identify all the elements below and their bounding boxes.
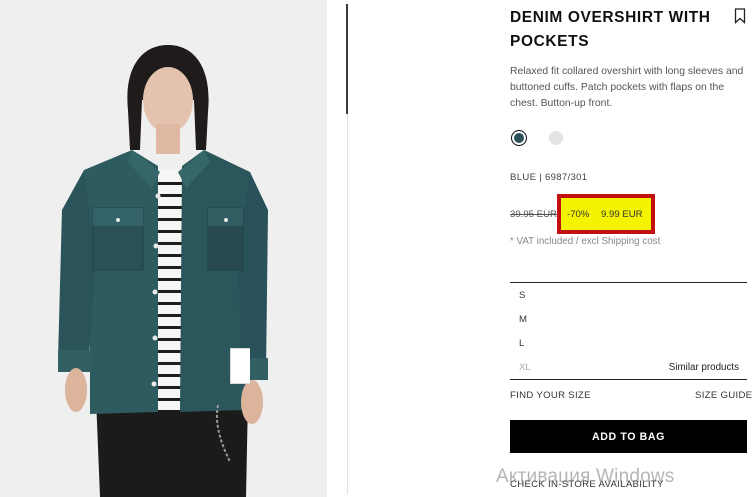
size-selector: S M L XL Similar products — [510, 282, 747, 380]
current-price: 9.99 EUR — [601, 209, 643, 220]
product-details: DENIM OVERSHIRT WITH POCKETS Relaxed fit… — [510, 0, 755, 497]
size-option-s[interactable]: S — [519, 290, 525, 301]
windows-activation-watermark: Активация Windows — [496, 466, 675, 487]
add-to-bag-button[interactable]: ADD TO BAG — [510, 420, 747, 453]
color-reference: BLUE | 6987/301 — [510, 172, 588, 183]
similar-products-link[interactable]: Similar products — [669, 362, 739, 373]
scrollbar-track — [347, 114, 348, 494]
scrollbar-thumb[interactable] — [346, 4, 348, 114]
side-panel-tab[interactable] — [230, 348, 250, 384]
product-description: Relaxed fit collared overshirt with long… — [510, 66, 744, 109]
product-photo[interactable] — [0, 0, 327, 497]
old-price: 39.95 EUR — [510, 209, 557, 220]
size-option-xl[interactable]: XL — [519, 362, 531, 373]
discount-badge: -70% — [567, 209, 590, 220]
product-page: DENIM OVERSHIRT WITH POCKETS Relaxed fit… — [0, 0, 755, 497]
size-option-l[interactable]: L — [519, 338, 524, 349]
vat-note: * VAT included / excl Shipping cost — [510, 236, 661, 247]
size-guide-link[interactable]: SIZE GUIDE — [695, 390, 752, 401]
size-option-m[interactable]: M — [519, 314, 527, 325]
bookmark-icon[interactable] — [734, 8, 746, 24]
color-swatch-blue[interactable] — [511, 130, 527, 146]
color-swatch-light-grey[interactable] — [549, 131, 563, 145]
find-your-size-link[interactable]: FIND YOUR SIZE — [510, 390, 591, 401]
product-title: DENIM OVERSHIRT WITH POCKETS — [510, 9, 711, 50]
